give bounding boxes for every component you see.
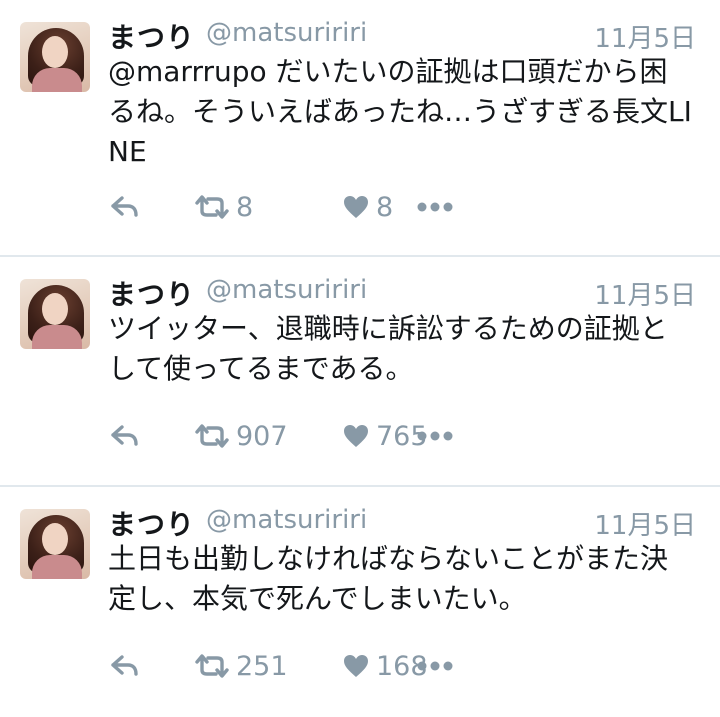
- tweet[interactable]: まつり @matsuririri 11月5日 土日も出勤しなければならないことが…: [0, 487, 720, 717]
- tweet-date[interactable]: 11月5日: [594, 505, 696, 542]
- tweet-header: まつり @matsuririri 11月5日: [108, 501, 696, 541]
- tweet-date[interactable]: 11月5日: [594, 275, 696, 312]
- tweet-header: まつり @matsuririri 11月5日: [108, 14, 696, 54]
- more-button[interactable]: [416, 649, 454, 683]
- reply-button[interactable]: [110, 419, 140, 453]
- display-name[interactable]: まつり: [108, 16, 195, 56]
- retweet-icon: [195, 424, 229, 448]
- like-button[interactable]: 765: [342, 419, 428, 453]
- heart-icon: [344, 655, 368, 677]
- tweet-actions: 8 8: [108, 190, 468, 224]
- retweet-count: 251: [236, 650, 288, 682]
- retweet-icon: [195, 654, 229, 678]
- like-button[interactable]: 8: [342, 190, 393, 224]
- user-handle[interactable]: @matsuririri: [206, 18, 367, 48]
- more-dots-icon: [417, 661, 453, 671]
- tweet[interactable]: まつり @matsuririri 11月5日 ツイッター、退職時に訴訟するための…: [0, 257, 720, 487]
- user-handle[interactable]: @matsuririri: [206, 275, 367, 305]
- tweet-text: ツイッター、退職時に訴訟するための証拠として使ってるまである。: [108, 312, 668, 385]
- tweet-text: @marrrupo だいたいの証拠は口頭だから困るね。そういえばあったね…うざす…: [108, 55, 692, 168]
- user-handle[interactable]: @matsuririri: [206, 505, 367, 535]
- like-button[interactable]: 168: [342, 649, 428, 683]
- avatar[interactable]: [20, 22, 90, 92]
- more-dots-icon: [417, 431, 453, 441]
- more-button[interactable]: [416, 190, 454, 224]
- tweet-actions: 251 168: [108, 649, 468, 683]
- more-dots-icon: [417, 202, 453, 212]
- tweet-date[interactable]: 11月5日: [594, 18, 696, 55]
- tweet[interactable]: まつり @matsuririri 11月5日 @marrrupo だいたいの証拠…: [0, 0, 720, 257]
- retweet-button[interactable]: 251: [194, 649, 288, 683]
- display-name[interactable]: まつり: [108, 273, 195, 313]
- reply-button[interactable]: [110, 190, 140, 224]
- retweet-count: 907: [236, 420, 288, 452]
- tweet-actions: 907 765: [108, 419, 468, 453]
- timeline: まつり @matsuririri 11月5日 @marrrupo だいたいの証拠…: [0, 0, 720, 688]
- avatar[interactable]: [20, 509, 90, 579]
- reply-icon: [111, 196, 138, 217]
- tweet-text: 土日も出勤しなければならないことがまた決定し、本気で死んでしまいたい。: [108, 542, 669, 615]
- heart-icon: [344, 196, 368, 218]
- retweet-icon: [195, 195, 229, 219]
- retweet-button[interactable]: 907: [194, 419, 288, 453]
- heart-icon: [344, 425, 368, 447]
- avatar[interactable]: [20, 279, 90, 349]
- reply-icon: [111, 655, 138, 676]
- retweet-count: 8: [236, 191, 254, 223]
- reply-button[interactable]: [110, 649, 140, 683]
- display-name[interactable]: まつり: [108, 503, 195, 543]
- tweet-header: まつり @matsuririri 11月5日: [108, 271, 696, 311]
- retweet-button[interactable]: 8: [194, 190, 253, 224]
- like-count: 8: [376, 191, 394, 223]
- more-button[interactable]: [416, 419, 454, 453]
- reply-icon: [111, 425, 138, 446]
